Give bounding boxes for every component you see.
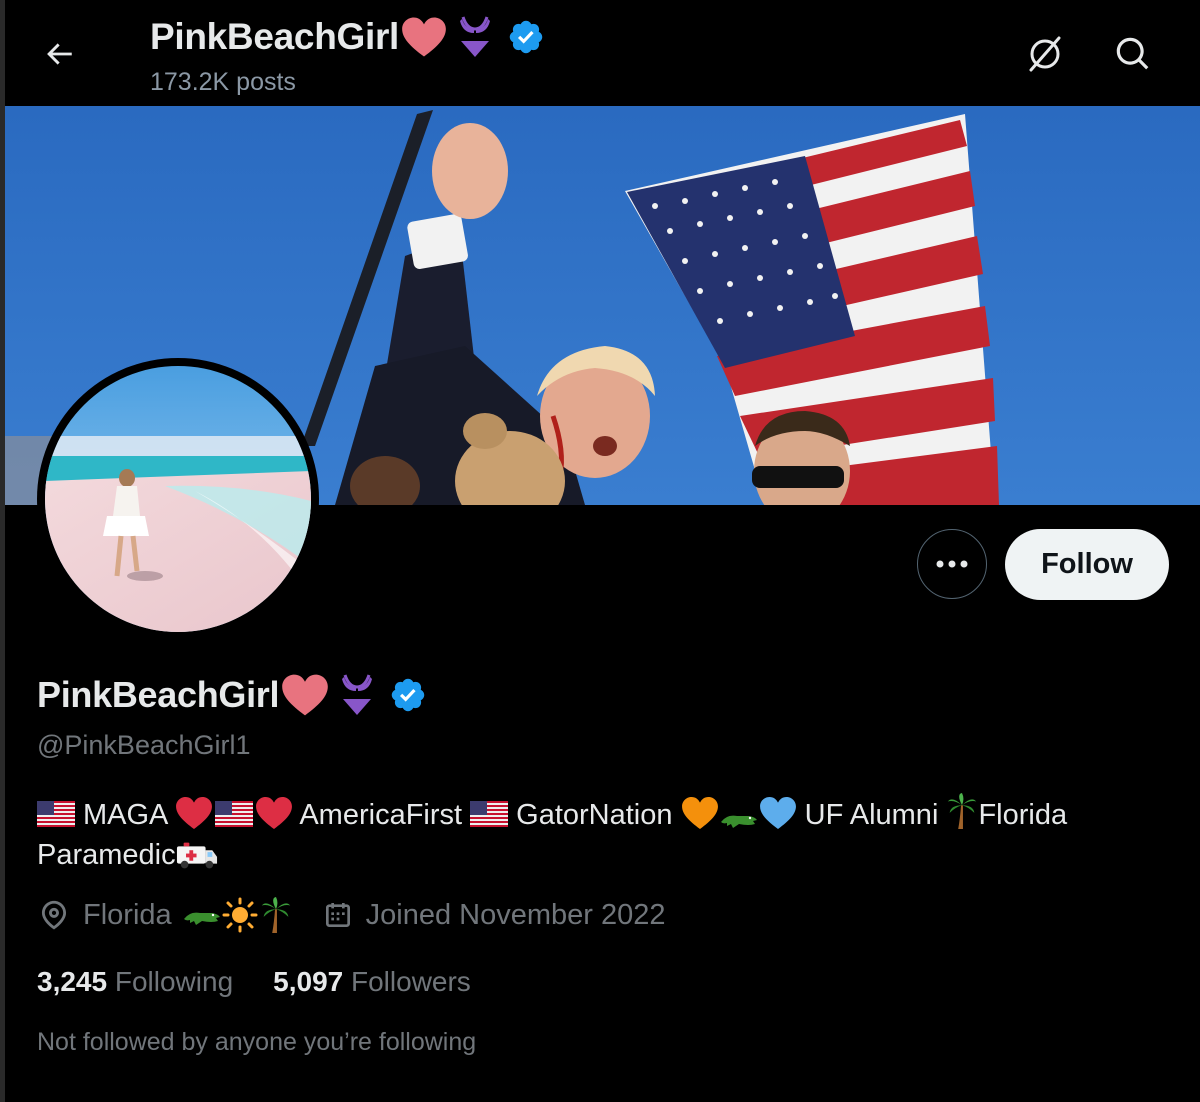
verified-badge-icon[interactable] — [507, 18, 545, 56]
followers-count: 5,097 — [273, 966, 344, 997]
crocodile-icon — [182, 903, 222, 927]
bio-text-maga: MAGA — [83, 799, 167, 831]
red-heart-icon — [255, 796, 293, 830]
more-dots-icon — [936, 560, 968, 568]
location-pin-icon — [41, 900, 67, 930]
profile-display-name: PinkBeachGirl — [37, 674, 280, 715]
avatar-border — [37, 358, 319, 640]
followers-label: Followers — [351, 966, 471, 997]
bio-text-uf-alumni: UF Alumni — [804, 799, 939, 831]
palm-tree-icon — [946, 792, 978, 830]
follow-button[interactable]: Follow — [1005, 529, 1169, 600]
header-display-name: PinkBeachGirl — [150, 16, 400, 57]
ambulance-icon — [176, 840, 218, 870]
orange-heart-icon — [681, 796, 719, 830]
followers-link[interactable]: 5,097 Followers — [273, 966, 471, 998]
profile-page: PinkBeachGirl 173.2K posts Follow PinkBe… — [0, 0, 1200, 1102]
follow-stats: 3,245 Following 5,097 Followers — [37, 966, 511, 998]
location: Florida — [37, 896, 292, 934]
us-flag-icon — [215, 801, 253, 827]
profile-header-bar: PinkBeachGirl 173.2K posts — [5, 0, 1200, 106]
pink-heart-icon — [401, 16, 447, 58]
profile-meta-row: Florida Joined November 2022 — [37, 896, 666, 934]
bio-text-gatornation: GatorNation — [516, 799, 673, 831]
avatar[interactable] — [45, 366, 311, 632]
more-options-button[interactable] — [917, 529, 987, 599]
back-arrow-icon — [47, 43, 72, 65]
grok-icon — [1029, 36, 1061, 72]
calendar-icon — [325, 903, 350, 927]
location-text: Florida — [83, 898, 172, 931]
red-heart-icon — [175, 796, 213, 830]
verified-badge-icon[interactable] — [389, 676, 427, 714]
palm-tree-icon — [260, 896, 292, 934]
sun-icon — [222, 897, 258, 933]
crocodile-icon — [719, 806, 759, 830]
back-button[interactable] — [35, 30, 83, 78]
profile-bio: MAGA AmericaFirst GatorNation UF Alumni … — [37, 792, 1177, 875]
bio-text-americafirst: AmericaFirst — [299, 799, 463, 831]
following-count: 3,245 — [37, 966, 108, 997]
join-date-text: Joined November 2022 — [365, 898, 666, 931]
profile-handle: @PinkBeachGirl1 — [37, 730, 251, 760]
bio-text-florida: Florida — [978, 799, 1068, 831]
bio-text-paramedic: Paramedic — [37, 839, 176, 871]
us-flag-icon — [470, 801, 508, 827]
search-button[interactable] — [1109, 30, 1157, 78]
join-date: Joined November 2022 — [322, 899, 666, 932]
bikini-icon — [457, 14, 493, 60]
following-label: Following — [114, 966, 234, 997]
avatar-beach-photo — [45, 366, 311, 632]
blue-heart-icon — [759, 796, 797, 830]
bikini-icon — [339, 672, 375, 718]
pink-heart-icon — [281, 673, 329, 717]
mutual-followers-note: Not followed by anyone you’re following — [37, 1028, 477, 1056]
header-title-row: PinkBeachGirl — [150, 14, 545, 60]
grok-button[interactable] — [1021, 30, 1069, 78]
search-icon — [1116, 37, 1149, 70]
us-flag-icon — [37, 801, 75, 827]
posts-count: 173.2K posts — [150, 68, 296, 96]
following-link[interactable]: 3,245 Following — [37, 966, 233, 998]
profile-name-row: PinkBeachGirl — [37, 672, 427, 718]
